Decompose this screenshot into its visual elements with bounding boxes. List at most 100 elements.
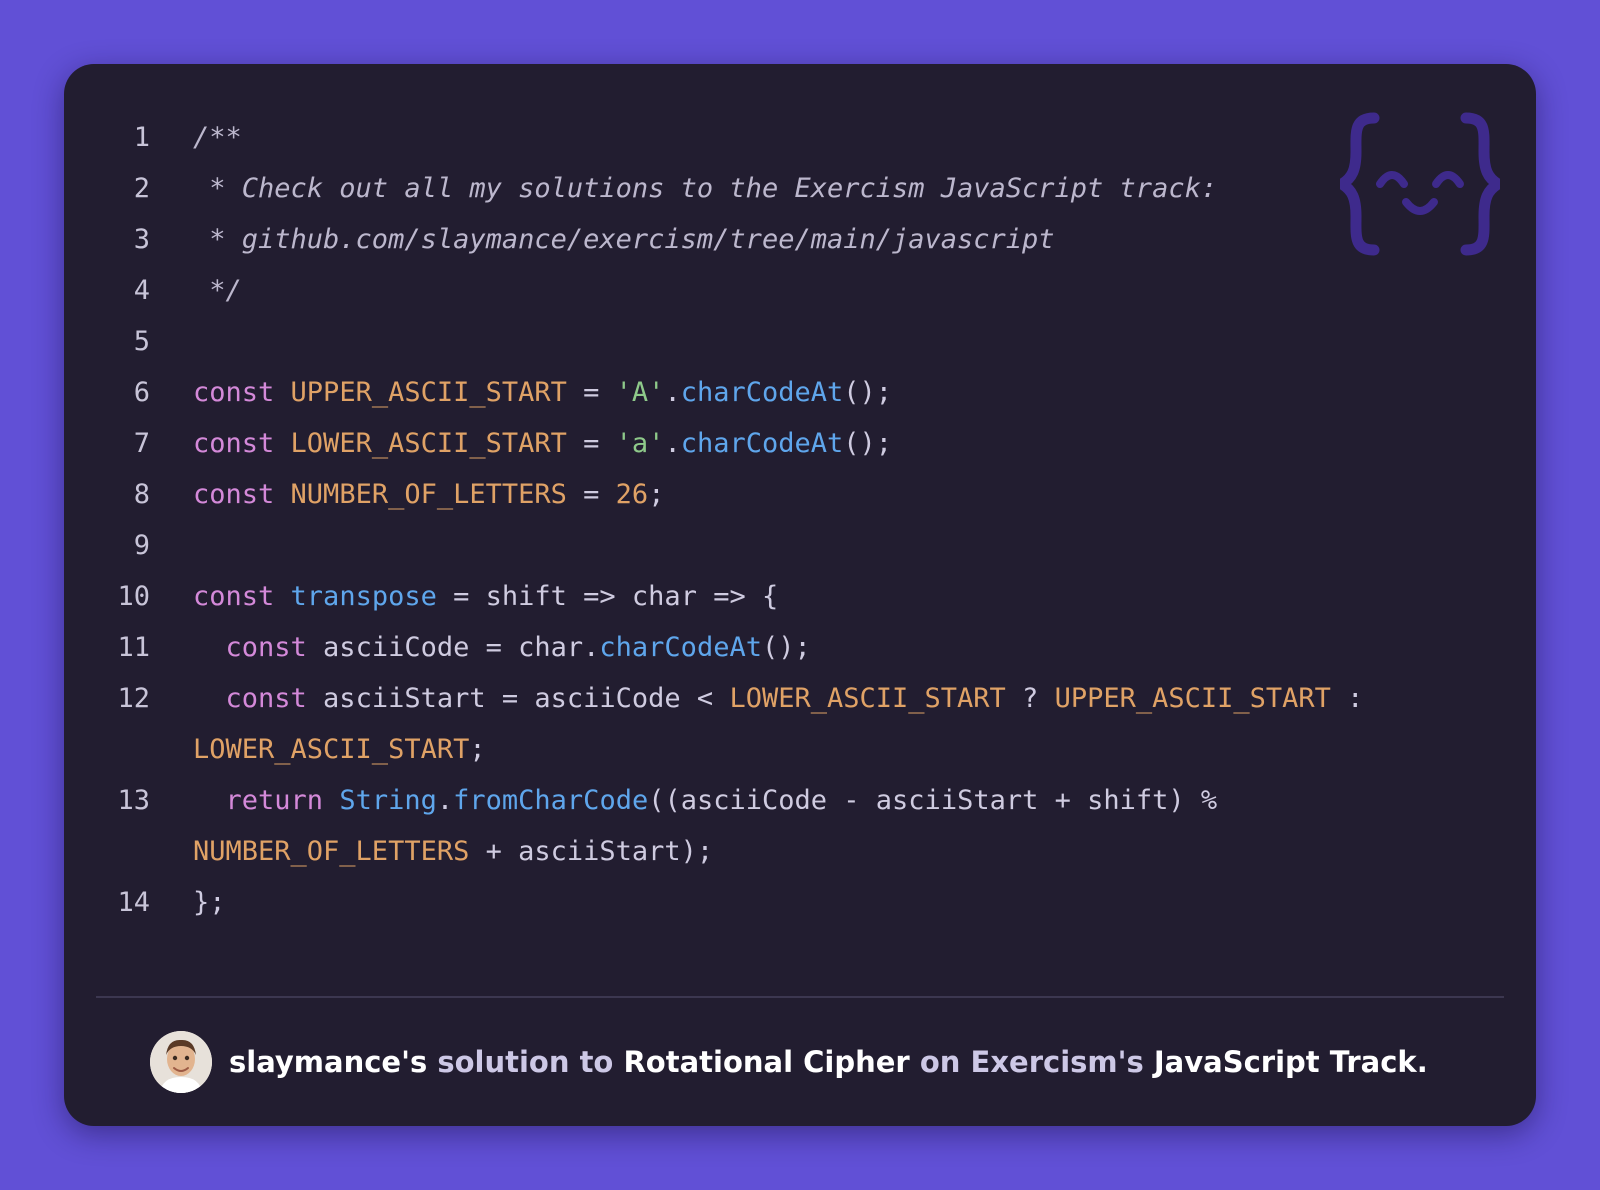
code-token: . (664, 428, 681, 459)
code-token: (); (761, 632, 811, 663)
line-number: 8 (133, 479, 150, 510)
code-token: const (193, 377, 275, 408)
site-name: Exercism's (970, 1045, 1144, 1079)
code-line: 3 * github.com/slaymance/exercism/tree/m… (105, 214, 1505, 265)
line-source: */ (193, 265, 242, 316)
code-token: transpose (290, 581, 437, 612)
code-token: return (225, 785, 324, 816)
code-token: NUMBER_OF_LETTERS (290, 479, 567, 510)
code-token: (); (843, 428, 893, 459)
code-token: . (436, 785, 454, 816)
code-token: UPPER_ASCII_START (1054, 683, 1331, 714)
avatar-icon (150, 1031, 212, 1093)
code-token: LOWER_ASCII_START (729, 683, 1006, 714)
code-line: 13 return String.fromCharCode((asciiCode… (105, 775, 1505, 877)
line-source: /** (193, 112, 242, 163)
line-source: const asciiCode = char.charCodeAt(); (193, 622, 811, 673)
code-token: : (1347, 683, 1364, 714)
code-line: 1 /** (105, 112, 1505, 163)
code-token: */ (193, 275, 242, 306)
code-token: NUMBER_OF_LETTERS (193, 836, 470, 867)
code-token: asciiStart = asciiCode < (306, 683, 730, 714)
on-text: on (919, 1045, 961, 1079)
code-token: const (225, 632, 307, 663)
code-token: const (193, 581, 275, 612)
code-token: * Check out all my solutions to the Exer… (193, 173, 1218, 204)
line-number: 12 (117, 683, 150, 714)
code-token: const (193, 479, 275, 510)
code-token: asciiCode = char. (306, 632, 600, 663)
attribution: slaymance's solution to Rotational Ciphe… (150, 1030, 1428, 1094)
line-number: 1 (133, 122, 150, 153)
line-number: 5 (133, 326, 150, 357)
code-line: 10 const transpose = shift => char => { (105, 571, 1505, 622)
line-number: 7 (133, 428, 150, 459)
code-token: LOWER_ASCII_START (193, 734, 470, 765)
line-number: 3 (133, 224, 150, 255)
code-token: charCodeAt (599, 632, 762, 663)
code-token: 'A' (615, 377, 665, 408)
code-token: ((asciiCode - asciiStart + shift) % (648, 785, 1218, 816)
code-token: ; (648, 479, 665, 510)
code-token: = (566, 428, 616, 459)
line-number: 10 (117, 581, 150, 612)
code-token: UPPER_ASCII_START (290, 377, 567, 408)
line-number: 6 (133, 377, 150, 408)
line-source: const UPPER_ASCII_START = 'A'.charCodeAt… (193, 367, 892, 418)
track-name[interactable]: JavaScript Track. (1154, 1045, 1428, 1079)
code-line: 6 const UPPER_ASCII_START = 'A'.charCodeA… (105, 367, 1505, 418)
code-token: = shift => char => { (436, 581, 779, 612)
line-number: 11 (117, 632, 150, 663)
code-token: charCodeAt (680, 377, 844, 408)
code-line: 12 const asciiStart = asciiCode < LOWER_… (105, 673, 1505, 775)
code-token: = (566, 377, 616, 408)
line-source: return String.fromCharCode((asciiCode - … (193, 775, 1217, 877)
code-token: 26 (615, 479, 649, 510)
code-token: }; (193, 887, 226, 918)
code-token: fromCharCode (453, 785, 649, 816)
code-token: . (664, 377, 681, 408)
code-line: 11 const asciiCode = char.charCodeAt(); (105, 622, 1505, 673)
solution-to-text: solution to (437, 1045, 614, 1079)
code-token: * github.com/slaymance/exercism/tree/mai… (193, 224, 1055, 255)
code-token: charCodeAt (680, 428, 844, 459)
code-line: 14}; (105, 877, 1505, 928)
code-line: 9 (105, 520, 1505, 571)
code-token: = (566, 479, 616, 510)
code-line: 2 * Check out all my solutions to the Ex… (105, 163, 1505, 214)
line-number: 14 (117, 887, 150, 918)
code-line: 7 const LOWER_ASCII_START = 'a'.charCodeA… (105, 418, 1505, 469)
author-name[interactable]: slaymance's (229, 1045, 427, 1079)
code-token: const (193, 428, 275, 459)
code-token: LOWER_ASCII_START (290, 428, 567, 459)
avatar (150, 1031, 212, 1093)
line-source: * github.com/slaymance/exercism/tree/mai… (193, 214, 1055, 265)
line-number: 13 (117, 785, 150, 816)
line-source: * Check out all my solutions to the Exer… (193, 163, 1217, 214)
code-token: + asciiStart); (469, 836, 714, 867)
code-token: String (339, 785, 437, 816)
code-token: (); (843, 377, 893, 408)
code-block: 1 /** 2 * Check out all my solutions to th… (105, 112, 1505, 928)
line-source: }; (193, 877, 226, 928)
code-token: 'a' (615, 428, 665, 459)
line-source: const asciiStart = asciiCode < LOWER_ASC… (193, 673, 1363, 775)
code-line: 8 const NUMBER_OF_LETTERS = 26; (105, 469, 1505, 520)
line-number: 4 (133, 275, 150, 306)
line-source: const LOWER_ASCII_START = 'a'.charCodeAt… (193, 418, 892, 469)
divider (96, 996, 1504, 998)
code-token: const (225, 683, 307, 714)
code-token: ; (469, 734, 486, 765)
exercise-name[interactable]: Rotational Cipher (623, 1045, 909, 1079)
code-line: 5 (105, 316, 1505, 367)
code-token: /** (193, 122, 242, 153)
line-source: const NUMBER_OF_LETTERS = 26; (193, 469, 664, 520)
